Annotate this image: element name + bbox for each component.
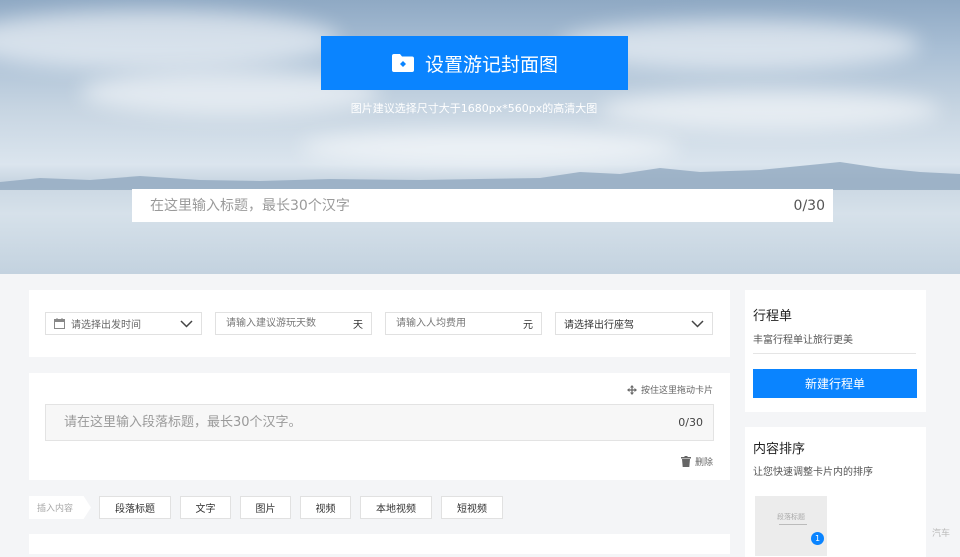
next-card: [29, 534, 730, 554]
itinerary-title: 行程单: [753, 309, 793, 324]
delete-label: 删除: [694, 458, 713, 468]
itinerary-subtitle: 丰富行程单让旅行更美: [753, 335, 853, 346]
content-order-title: 内容排序: [753, 442, 806, 457]
departure-date-placeholder: 请选择出发时间: [71, 320, 141, 331]
set-cover-button[interactable]: 设置游记封面图: [321, 36, 628, 90]
paragraph-card: 按住这里拖动卡片 0/30 删除: [29, 373, 730, 480]
set-cover-label: 设置游记封面图: [424, 53, 558, 76]
drag-hint: 按住这里拖动卡片: [640, 386, 713, 396]
trash-icon: [680, 456, 691, 467]
folder-icon: [391, 54, 414, 72]
trip-info-panel: 请选择出发时间 天 元 请选择出行座驾: [29, 290, 730, 357]
calendar-icon: [54, 318, 65, 329]
insert-short-video-button[interactable]: 短视频: [441, 496, 503, 519]
insert-video-button[interactable]: 视频: [300, 496, 351, 519]
new-itinerary-button[interactable]: 新建行程单: [753, 369, 917, 398]
title-counter: 0/30: [793, 197, 825, 214]
watermark: 汽车: [932, 529, 951, 539]
chevron-down-icon: [691, 319, 704, 328]
thumbnail-label: 段落标题: [777, 513, 805, 521]
move-icon: [626, 384, 637, 395]
cover-banner: 设置游记封面图 图片建议选择尺寸大于1680px*560px的高清大图 0/30: [0, 0, 960, 274]
cover-size-hint: 图片建议选择尺寸大于1680px*560px的高清大图: [350, 102, 598, 115]
insert-image-button[interactable]: 图片: [240, 496, 291, 519]
days-unit: 天: [353, 320, 363, 331]
chevron-down-icon: [180, 319, 193, 328]
content-order-subtitle: 让您快速调整卡片内的排序: [753, 467, 873, 478]
cost-field[interactable]: 元: [385, 312, 542, 335]
itinerary-panel: 行程单 丰富行程单让旅行更美 新建行程单: [745, 290, 926, 412]
order-card-thumbnail[interactable]: 段落标题 1: [755, 496, 827, 556]
paragraph-title-input[interactable]: [62, 414, 679, 431]
cloud: [0, 10, 340, 70]
drag-handle[interactable]: 按住这里拖动卡片: [626, 383, 713, 396]
days-input[interactable]: [224, 317, 353, 330]
insert-paragraph-title-button[interactable]: 段落标题: [99, 496, 171, 519]
mountains: [0, 162, 960, 190]
departure-date-picker[interactable]: 请选择出发时间: [45, 312, 202, 335]
delete-button[interactable]: 删除: [680, 455, 713, 468]
title-input[interactable]: [148, 196, 794, 215]
vehicle-select-label: 请选择出行座驾: [564, 320, 634, 331]
paragraph-title-counter: 0/30: [678, 416, 703, 429]
insert-content-label: 插入内容: [29, 496, 91, 519]
cost-input[interactable]: [394, 317, 523, 330]
content-order-panel: 内容排序 让您快速调整卡片内的排序 段落标题 1: [745, 427, 926, 557]
insert-local-video-button[interactable]: 本地视频: [360, 496, 432, 519]
vehicle-select[interactable]: 请选择出行座驾: [555, 312, 713, 335]
divider: [753, 353, 916, 354]
cost-unit: 元: [523, 320, 533, 331]
order-badge: 1: [811, 532, 824, 545]
days-field[interactable]: 天: [215, 312, 372, 335]
title-field[interactable]: 0/30: [132, 189, 833, 222]
insert-text-button[interactable]: 文字: [180, 496, 231, 519]
paragraph-title-field[interactable]: 0/30: [45, 404, 714, 441]
thumbnail-line: [779, 524, 807, 525]
